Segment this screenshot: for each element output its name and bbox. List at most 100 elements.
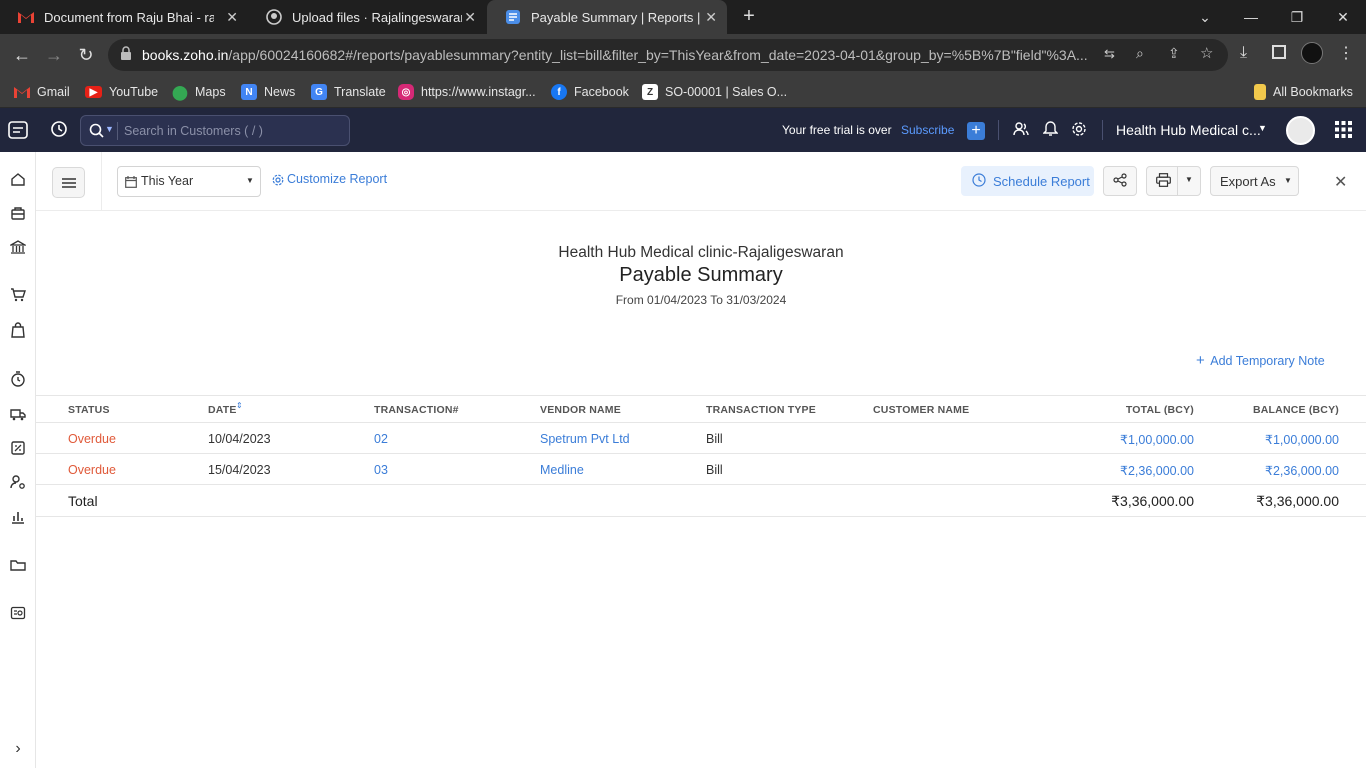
tab-title: Document from Raju Bhai - raja	[44, 9, 214, 25]
column-header[interactable]: TOTAL (BCY)	[1046, 404, 1194, 416]
apps-grid-icon[interactable]	[1335, 121, 1352, 143]
add-temporary-note-button[interactable]: + Add Temporary Note	[1196, 352, 1325, 369]
close-report-icon[interactable]: ✕	[1334, 172, 1347, 192]
vendor-link[interactable]: Spetrum Pvt Ltd	[540, 432, 630, 446]
hamburger-menu-icon[interactable]	[52, 167, 85, 198]
accountant-icon[interactable]	[9, 439, 27, 457]
close-tab-icon[interactable]: ✕	[464, 9, 476, 26]
customize-gear-icon[interactable]	[272, 173, 284, 191]
tab-github[interactable]: Upload files · Rajalingeswaran/H ✕	[248, 0, 486, 34]
user-avatar[interactable]	[1286, 116, 1315, 145]
bookmark-star-icon[interactable]: ☆	[1200, 44, 1213, 62]
column-header[interactable]: TRANSACTION#	[374, 404, 459, 416]
zoom-icon[interactable]: ⌕	[1136, 45, 1144, 62]
column-header[interactable]: CUSTOMER NAME	[873, 404, 969, 416]
search-input[interactable]: ▼ Search in Customers ( / )	[80, 115, 350, 146]
total-amount-link[interactable]: ₹1,00,000.00	[1046, 432, 1194, 447]
date-cell: 10/04/2023	[208, 432, 271, 446]
caret-down-icon[interactable]: ▼	[1185, 175, 1193, 184]
vendor-link[interactable]: Medline	[540, 463, 584, 477]
total-amount-link[interactable]: ₹2,36,000.00	[1046, 463, 1194, 478]
column-header[interactable]: VENDOR NAME	[540, 404, 621, 416]
transaction-link[interactable]: 03	[374, 463, 388, 477]
print-button[interactable]: ▼	[1146, 166, 1201, 196]
documents-folder-icon[interactable]	[9, 556, 27, 574]
table-row: Overdue 10/04/2023 02 Spetrum Pvt Ltd Bi…	[36, 422, 1366, 453]
tab-zoho-books[interactable]: Payable Summary | Reports | Zoh ✕	[487, 0, 727, 34]
close-tab-icon[interactable]: ✕	[226, 9, 238, 26]
home-icon[interactable]	[9, 170, 27, 188]
contacts-icon[interactable]	[9, 473, 27, 491]
notifications-bell-icon[interactable]	[1042, 121, 1059, 142]
download-icon[interactable]: ⤓	[1240, 44, 1247, 62]
reports-chart-icon[interactable]	[9, 508, 27, 526]
bookmark-facebook[interactable]: f Facebook	[551, 83, 629, 101]
back-icon[interactable]: ←	[10, 43, 34, 67]
forward-icon[interactable]: →	[42, 43, 66, 67]
bookmark-instagram[interactable]: ◎ https://www.instagr...	[398, 83, 536, 101]
schedule-report-button[interactable]: Schedule Report	[961, 166, 1094, 196]
gmail-icon	[14, 84, 30, 100]
share-icon[interactable]: ⇪	[1168, 45, 1180, 62]
recent-history-icon[interactable]	[50, 120, 68, 143]
bookmark-gmail[interactable]: Gmail	[14, 83, 70, 101]
sort-icon[interactable]: ⇕	[236, 401, 243, 410]
all-bookmarks[interactable]: All Bookmarks	[1254, 83, 1353, 101]
more-menu-icon[interactable]: ⋮	[1338, 43, 1354, 63]
chevron-down-icon[interactable]: ▼	[105, 124, 114, 134]
tab-search-icon[interactable]: ⌄	[1182, 0, 1228, 34]
bookmark-news[interactable]: N News	[241, 83, 295, 101]
eway-bills-truck-icon[interactable]	[9, 405, 27, 423]
subscribe-link[interactable]: Subscribe	[901, 123, 954, 137]
address-bar[interactable]: books.zoho.in/app/60024160682#/reports/p…	[108, 39, 1228, 71]
users-icon[interactable]	[1013, 121, 1029, 142]
close-window-icon[interactable]: ✕	[1320, 0, 1366, 34]
customize-report-link[interactable]: Customize Report	[287, 172, 387, 186]
bookmark-translate[interactable]: G Translate	[311, 83, 386, 101]
chevron-down-icon[interactable]: ▼	[1258, 123, 1267, 133]
column-header[interactable]: DATE	[208, 404, 237, 416]
clock-icon	[972, 172, 986, 190]
bookmark-maps[interactable]: ⬤ Maps	[172, 83, 225, 101]
column-header[interactable]: TRANSACTION TYPE	[706, 404, 816, 416]
url-text: books.zoho.in/app/60024160682#/reports/p…	[142, 47, 1088, 63]
export-as-button[interactable]: Export As ▼	[1210, 166, 1299, 196]
close-tab-icon[interactable]: ✕	[705, 9, 717, 26]
caret-down-icon: ▼	[246, 176, 254, 185]
balance-amount-link[interactable]: ₹2,36,000.00	[1196, 463, 1339, 478]
items-icon[interactable]	[9, 204, 27, 222]
calendar-icon	[125, 175, 137, 193]
translate-icon[interactable]: ⇆	[1104, 46, 1115, 62]
share-button[interactable]	[1103, 166, 1137, 196]
browser-toolbar: ← → ↻ books.zoho.in/app/60024160682#/rep…	[0, 34, 1366, 76]
new-tab-icon[interactable]: +	[738, 5, 760, 27]
balance-amount-link[interactable]: ₹1,00,000.00	[1196, 432, 1339, 447]
period-select[interactable]: This Year ▼	[117, 166, 261, 197]
github-icon	[266, 9, 282, 25]
sales-cart-icon[interactable]	[9, 286, 27, 304]
minimize-icon[interactable]: —	[1228, 0, 1274, 34]
time-tracking-icon[interactable]	[9, 370, 27, 388]
transaction-link[interactable]: 02	[374, 432, 388, 446]
search-icon[interactable]	[89, 123, 105, 144]
profile-avatar[interactable]	[1301, 42, 1323, 64]
total-label: Total	[68, 493, 98, 509]
tab-gmail[interactable]: Document from Raju Bhai - raja ✕	[0, 0, 248, 34]
bookmark-sales-order[interactable]: Z SO-00001 | Sales O...	[642, 83, 787, 101]
zoho-books-logo-icon[interactable]	[7, 119, 29, 146]
tab-title: Upload files · Rajalingeswaran/H	[292, 9, 462, 25]
settings-gear-icon[interactable]	[1071, 121, 1087, 142]
config-icon[interactable]	[9, 604, 27, 622]
column-header[interactable]: STATUS	[68, 404, 110, 416]
quick-create-icon[interactable]: +	[967, 122, 985, 140]
side-panel-icon[interactable]	[1272, 45, 1286, 59]
reload-icon[interactable]: ↻	[74, 43, 98, 67]
organization-switcher[interactable]: Health Hub Medical c...	[1116, 122, 1261, 138]
column-header[interactable]: BALANCE (BCY)	[1196, 404, 1339, 416]
purchases-bag-icon[interactable]	[9, 321, 27, 339]
expand-sidebar-chevron-icon[interactable]: ›	[9, 740, 27, 758]
translate-icon: G	[311, 84, 327, 100]
bookmark-youtube[interactable]: ▶ YouTube	[85, 83, 158, 101]
banking-icon[interactable]	[9, 238, 27, 256]
restore-icon[interactable]: ❐	[1274, 0, 1320, 34]
